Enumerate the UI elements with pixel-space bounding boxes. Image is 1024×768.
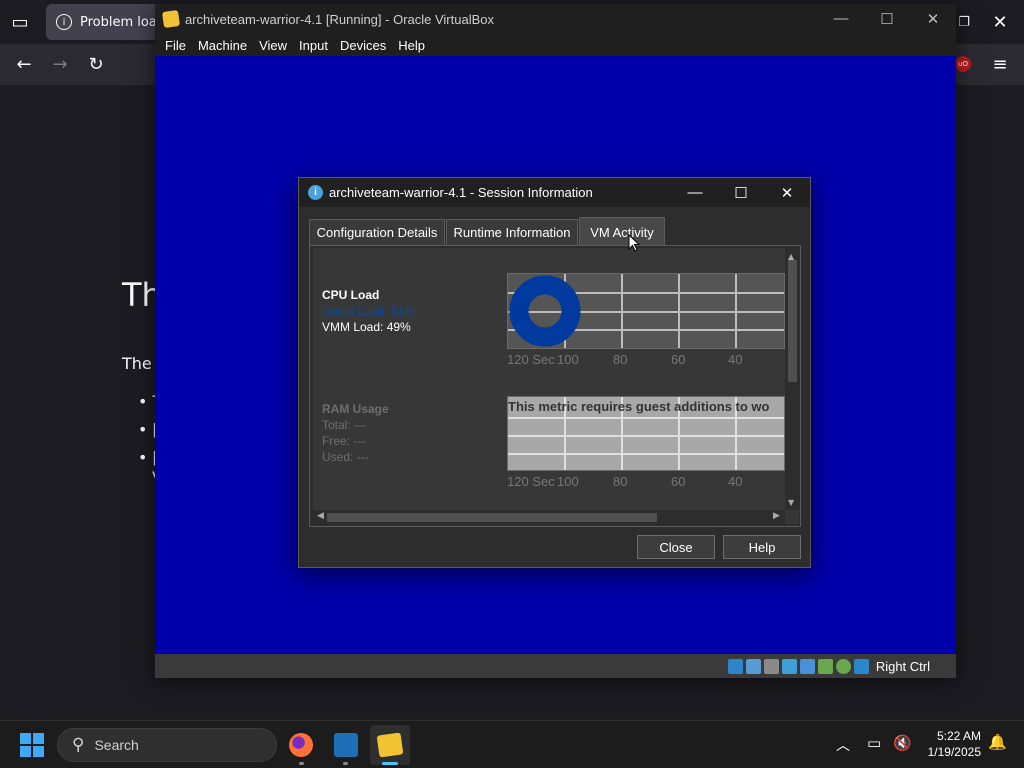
scroll-right-icon[interactable]: ▶: [773, 511, 780, 521]
vertical-scrollbar[interactable]: ▲ ▼: [785, 248, 799, 510]
shared-folders-icon[interactable]: [817, 658, 833, 674]
close-icon[interactable]: ✕: [910, 10, 956, 28]
usb-icon[interactable]: [799, 658, 815, 674]
taskbar: ⚲ Search ︿ ▭ 🔇 5:22 AM 1/19/2025 🔔: [0, 720, 1024, 768]
clock-date[interactable]: 1/19/2025: [915, 745, 981, 759]
axis-label: 80: [613, 352, 628, 367]
scrollbar-thumb[interactable]: [327, 513, 657, 522]
firefox-icon[interactable]: [281, 725, 321, 765]
menu-view[interactable]: View: [253, 38, 293, 53]
scroll-down-icon[interactable]: ▼: [788, 498, 794, 507]
axis-label: 100: [557, 352, 579, 367]
menu-help[interactable]: Help: [392, 38, 431, 53]
info-icon: i: [56, 14, 72, 30]
keyboard-capture-icon[interactable]: [853, 658, 869, 674]
chevron-up-icon[interactable]: ︿: [836, 735, 850, 755]
vm-activity-panel: CPU Load Guest Load: 51% VMM Load: 49% 1…: [309, 245, 801, 527]
axis-label: 60: [671, 352, 686, 367]
virtualbox-vm-taskbar-icon[interactable]: [370, 725, 410, 765]
axis-label: 60: [671, 474, 686, 489]
axis-label: 120 Sec: [507, 474, 555, 489]
vmm-load-label: VMM Load: 49%: [322, 320, 411, 334]
minimize-icon[interactable]: —: [818, 10, 864, 28]
cpu-load-heading: CPU Load: [322, 288, 380, 302]
network-status-icon[interactable]: ▭: [867, 734, 881, 752]
virtualbox-icon: [161, 9, 181, 29]
ram-total-label: Total: ---: [322, 418, 367, 432]
dialog-title: archiveteam-warrior-4.1 - Session Inform…: [329, 185, 593, 200]
mouse-cursor: [628, 234, 640, 252]
cpu-load-donut: [509, 275, 581, 347]
menu-file[interactable]: File: [159, 38, 192, 53]
taskbar-search[interactable]: ⚲ Search: [57, 728, 277, 762]
close-icon[interactable]: ✕: [764, 184, 810, 202]
ram-usage-chart: This metric requires guest additions to …: [507, 396, 785, 471]
guest-additions-notice: This metric requires guest additions to …: [508, 399, 770, 414]
virtualbox-manager-icon[interactable]: [326, 725, 366, 765]
menu-input[interactable]: Input: [293, 38, 334, 53]
scrollbar-thumb[interactable]: [788, 260, 797, 382]
menu-devices[interactable]: Devices: [334, 38, 392, 53]
host-key-label: Right Ctrl: [875, 658, 930, 674]
axis-label: 40: [728, 474, 743, 489]
minimize-icon[interactable]: —: [672, 184, 718, 202]
tab-configuration-details[interactable]: Configuration Details: [309, 219, 445, 245]
browser-tab[interactable]: i Problem loadi: [46, 4, 166, 40]
browser-close-icon[interactable]: ✕: [988, 10, 1012, 34]
tab-vm-activity[interactable]: VM Activity: [579, 217, 665, 246]
session-information-dialog[interactable]: i archiveteam-warrior-4.1 - Session Info…: [298, 177, 811, 568]
maximize-icon[interactable]: ☐: [718, 184, 764, 202]
network-icon[interactable]: [781, 658, 797, 674]
reload-icon[interactable]: ↻: [84, 52, 108, 76]
ram-usage-heading: RAM Usage: [322, 402, 389, 416]
page-text: The: [122, 354, 152, 373]
clock-time[interactable]: 5:22 AM: [915, 729, 981, 743]
notifications-icon[interactable]: 🔔: [988, 733, 1007, 751]
cpu-load-chart: [507, 273, 785, 349]
menu-icon[interactable]: ≡: [988, 52, 1012, 76]
windows-start-icon[interactable]: [20, 733, 44, 757]
vbox-window-title: archiveteam-warrior-4.1 [Running] - Orac…: [185, 11, 494, 27]
vbox-titlebar[interactable]: archiveteam-warrior-4.1 [Running] - Orac…: [155, 4, 956, 34]
ram-free-label: Free: ---: [322, 434, 366, 448]
axis-label: 40: [728, 352, 743, 367]
search-icon: ⚲: [72, 735, 85, 754]
dialog-titlebar[interactable]: i archiveteam-warrior-4.1 - Session Info…: [299, 178, 810, 207]
forward-icon[interactable]: →: [48, 52, 72, 76]
axis-label: 100: [557, 474, 579, 489]
info-icon: i: [308, 185, 323, 200]
axis-label: 120 Sec: [507, 352, 555, 367]
close-button[interactable]: Close: [637, 535, 715, 559]
browser-tab-title: Problem loadi: [80, 14, 166, 30]
ublock-icon[interactable]: uO: [955, 56, 971, 72]
axis-label: 80: [613, 474, 628, 489]
ram-used-label: Used: ---: [322, 450, 369, 464]
vbox-menubar: File Machine View Input Devices Help: [155, 34, 956, 56]
help-button[interactable]: Help: [723, 535, 801, 559]
search-placeholder: Search: [94, 737, 139, 753]
vbox-statusbar: Right Ctrl: [155, 654, 956, 678]
maximize-icon[interactable]: ☐: [864, 10, 910, 28]
optical-drive-icon[interactable]: [745, 658, 761, 674]
tab-overview-icon[interactable]: ▭: [8, 10, 32, 34]
scroll-left-icon[interactable]: ◀: [317, 511, 324, 521]
back-icon[interactable]: ←: [12, 52, 36, 76]
horizontal-scrollbar[interactable]: ◀ ▶: [313, 510, 785, 524]
capture-icon[interactable]: [835, 658, 851, 674]
tab-runtime-information[interactable]: Runtime Information: [446, 219, 578, 245]
audio-icon[interactable]: [763, 658, 779, 674]
harddisk-icon[interactable]: [727, 658, 743, 674]
menu-machine[interactable]: Machine: [192, 38, 253, 53]
guest-load-label: Guest Load: 51%: [322, 304, 415, 318]
volume-muted-icon[interactable]: 🔇: [893, 734, 912, 752]
metrics-scroll-area: CPU Load Guest Load: 51% VMM Load: 49% 1…: [313, 248, 799, 524]
